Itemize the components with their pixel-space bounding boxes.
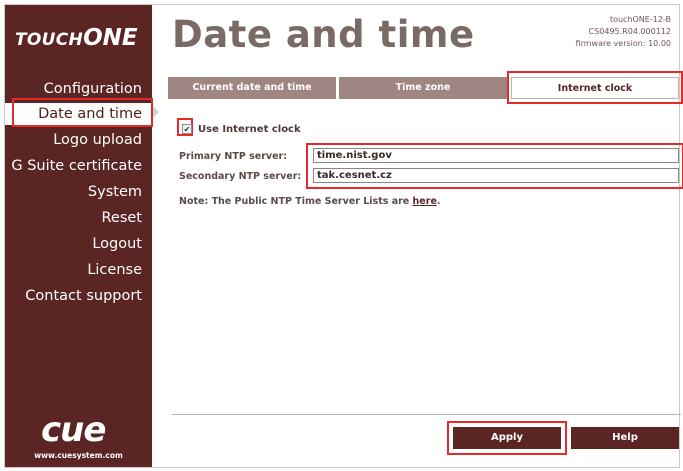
apply-button[interactable]: Apply	[453, 427, 561, 449]
help-button[interactable]: Help	[571, 427, 679, 449]
sidebar: TOUCHONE Configuration Date and time Log…	[5, 5, 152, 467]
device-id: CS0495.R04.000112	[588, 27, 671, 36]
selected-tab-highlight	[507, 71, 683, 104]
primary-ntp-label: Primary NTP server:	[179, 151, 288, 162]
brand-one: ONE	[83, 25, 138, 51]
active-arrow-icon	[153, 106, 159, 118]
tab-current-date-and-time[interactable]: Current date and time	[168, 77, 336, 99]
active-item-highlight	[12, 98, 153, 127]
sidebar-item-contact-support[interactable]: Contact support	[5, 285, 152, 307]
sidebar-item-gsuite-certificate[interactable]: G Suite certificate	[5, 155, 152, 177]
firmware-version: firmware version: 10.00	[575, 39, 671, 48]
ntp-list-link[interactable]: here	[413, 196, 437, 207]
app-frame: TOUCHONE Configuration Date and time Log…	[4, 4, 683, 468]
device-info: touchONE-12-B CS0495.R04.000112 firmware…	[576, 14, 671, 50]
sidebar-item-system[interactable]: System	[5, 181, 152, 203]
sidebar-item-configuration[interactable]: Configuration	[5, 78, 152, 100]
cue-url: www.cuesystem.com	[34, 451, 123, 460]
brand-touch: TOUCH	[15, 30, 84, 50]
ntp-note: Note: The Public NTP Time Server Lists a…	[179, 196, 441, 207]
sidebar-item-logo-upload[interactable]: Logo upload	[5, 129, 152, 151]
sidebar-item-reset[interactable]: Reset	[5, 207, 152, 229]
brand-logo: TOUCHONE	[15, 25, 138, 51]
footer-divider	[172, 414, 681, 415]
note-text: Note: The Public NTP Time Server Lists a…	[179, 196, 413, 207]
checkbox-highlight: ✔	[177, 118, 193, 136]
sidebar-item-logout[interactable]: Logout	[5, 233, 152, 255]
secondary-ntp-label: Secondary NTP server:	[179, 171, 302, 182]
tab-time-zone[interactable]: Time zone	[339, 77, 507, 99]
secondary-ntp-input[interactable]: tak.cesnet.cz	[313, 168, 679, 183]
note-suffix: .	[436, 196, 441, 207]
use-internet-clock-label: Use Internet clock	[198, 124, 301, 135]
primary-ntp-input[interactable]: time.nist.gov	[313, 148, 679, 163]
device-name: touchONE-12-B	[609, 15, 671, 24]
cue-logo: cue	[41, 410, 106, 450]
sidebar-item-license[interactable]: License	[5, 259, 152, 281]
use-internet-clock-checkbox[interactable]: ✔	[182, 124, 192, 134]
page-title: Date and time	[172, 13, 475, 56]
